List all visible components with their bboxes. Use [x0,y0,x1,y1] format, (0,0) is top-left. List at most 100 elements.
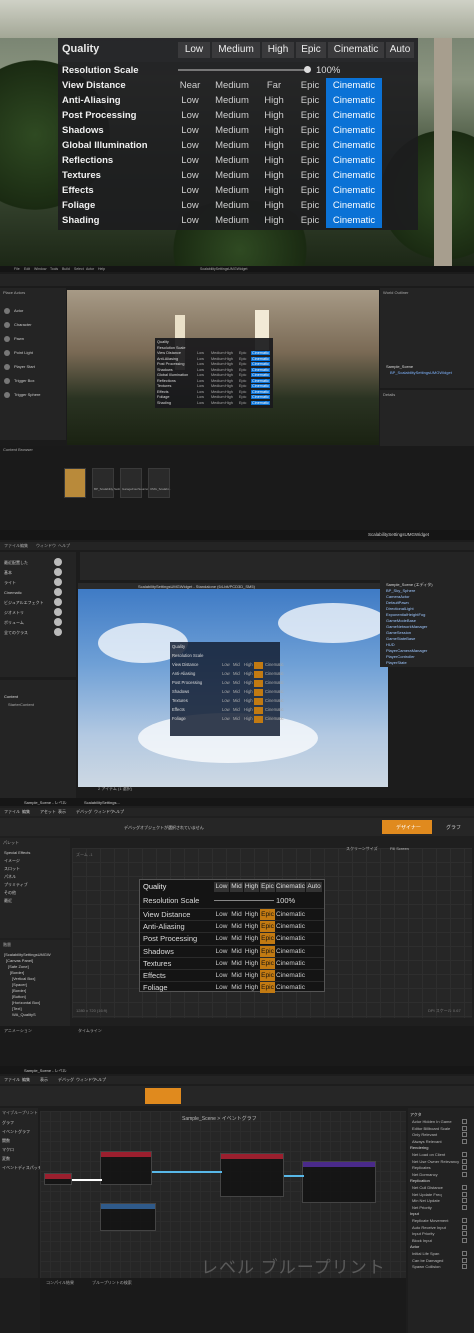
mini-option-selected[interactable] [254,689,263,696]
option-low[interactable]: Low [214,909,229,920]
place-category[interactable]: 基本 [4,570,12,576]
option-epic[interactable]: Epic [296,168,324,183]
mini-option-selected[interactable] [254,707,263,714]
tab-widget[interactable]: ScalabilitySettings... [84,800,120,805]
mini-option[interactable]: Epic [239,368,246,372]
option-low[interactable]: Low [170,153,210,168]
outliner-item[interactable]: DefaultPawn [386,600,409,605]
detail-checkbox[interactable] [462,1125,467,1131]
option-medium[interactable]: Medium [212,138,252,153]
resolution-slider[interactable] [214,900,274,901]
mini-option-selected[interactable] [254,671,263,678]
mini-option-selected[interactable]: Cinematic [251,356,270,361]
details-section[interactable]: Replication [410,1178,430,1184]
outliner-item[interactable]: GameNetworkManager [386,624,427,629]
preset-medium-button[interactable]: Medium [212,42,260,58]
outliner-item[interactable]: CameraActor [386,594,410,599]
mini-option[interactable]: Cinematic [265,698,284,703]
outliner-item[interactable]: ExponentialHeightFog [386,612,425,617]
option-epic[interactable]: Epic [260,921,275,933]
outliner-item[interactable]: BP_ScalabilitySettingsUMGWidget [390,370,452,375]
hierarchy-item[interactable]: [Spacer] [12,982,27,987]
mini-option[interactable]: High [225,362,233,366]
mini-option[interactable]: Epic [239,362,246,366]
option-cinematic[interactable]: Cinematic [276,970,305,981]
mini-option[interactable]: High [244,707,253,712]
place-item[interactable]: Character [14,322,32,327]
option-cinematic[interactable]: Cinematic [326,153,382,168]
mini-option[interactable]: Medium [211,373,225,377]
mini-option[interactable]: Epic [239,395,246,399]
mini-option[interactable]: Medium [211,390,225,394]
mini-option[interactable]: High [225,384,233,388]
hierarchy-item[interactable]: [Text] [12,1006,22,1011]
option-cinematic[interactable]: Cinematic [326,108,382,123]
mini-option-selected[interactable]: Cinematic [251,400,270,405]
place-category[interactable]: 全てのクラス [4,630,28,636]
place-item[interactable]: Trigger Sphere [14,392,41,397]
preset-auto-button[interactable]: Auto [386,42,414,58]
outliner-item[interactable]: PlayerState [386,660,407,665]
content-folder[interactable]: Content [4,694,18,699]
option-near[interactable]: Near [170,78,210,93]
mini-option[interactable]: Low [222,671,230,676]
mini-option[interactable]: High [225,368,233,372]
blueprint-item[interactable]: イベントグラフ [2,1129,30,1135]
mini-option[interactable]: High [225,379,233,383]
menu-item[interactable]: 表示 [40,1077,48,1083]
option-cinematic[interactable]: Cinematic [276,982,305,993]
mini-option-selected[interactable]: Cinematic [251,378,270,383]
option-epic[interactable]: Epic [296,183,324,198]
menu-build[interactable]: Build [62,267,70,271]
hierarchy-item[interactable]: [Border] [12,988,26,993]
option-high[interactable]: High [254,123,294,138]
fill-screen-label[interactable]: Fill Screen [390,846,409,851]
mini-option[interactable]: Low [222,698,230,703]
mini-option[interactable]: Epic [239,373,246,377]
option-cinematic[interactable]: Cinematic [276,946,305,957]
hierarchy-item[interactable]: [Horizontal Box] [12,1000,40,1005]
mini-option[interactable]: Low [197,357,204,361]
hierarchy-item[interactable]: [Button] [12,994,26,999]
details-section[interactable]: Rendering [410,1145,428,1151]
outliner-item[interactable]: GameSession [386,630,411,635]
mini-option[interactable]: High [225,401,233,405]
option-low[interactable]: Low [214,946,229,957]
mini-option[interactable]: Epic [239,390,246,394]
mini-option[interactable]: Low [197,379,204,383]
menu-help[interactable]: Help [98,267,105,271]
menu-item[interactable]: 表示 [58,809,66,815]
option-cinematic[interactable]: Cinematic [326,123,382,138]
mini-option-selected[interactable]: Cinematic [251,362,270,366]
option-low[interactable]: Low [170,93,210,108]
option-cinematic[interactable]: Cinematic [276,921,305,932]
mini-option-selected[interactable]: Cinematic [251,395,270,399]
place-category[interactable]: Cinematic [4,590,22,595]
hierarchy-item[interactable]: [ScalabilitySettingsUMGW [4,952,51,957]
outliner-item[interactable]: GameStateBase [386,636,415,641]
option-epic[interactable]: Epic [296,198,324,213]
menu-file[interactable]: File [14,267,20,271]
preset-mid-button[interactable]: Mid [230,882,243,892]
option-low[interactable]: Low [214,982,229,993]
mini-option[interactable]: High [244,680,253,685]
option-low[interactable]: Low [170,138,210,153]
menu-item[interactable]: ファイル [4,809,20,815]
outliner-item[interactable]: GameModeBase [386,618,416,623]
preset-cinematic-button[interactable]: Cinematic [328,42,384,58]
option-mid[interactable]: Mid [230,921,243,932]
option-cinematic[interactable]: Cinematic [326,198,382,213]
place-category[interactable]: 最近配置した [4,560,28,566]
mini-option[interactable]: Low [197,395,204,399]
mini-option[interactable]: High [225,373,233,377]
mini-option[interactable]: Low [197,368,204,372]
mini-option[interactable]: High [244,698,253,703]
detail-checkbox[interactable] [462,1251,467,1256]
menu-edit[interactable]: 編集 [20,543,28,549]
place-category[interactable]: ジオメトリ [4,610,24,616]
mini-option-selected[interactable] [254,680,263,687]
option-medium[interactable]: Medium [212,198,252,213]
folder-icon[interactable] [64,468,86,498]
detail-checkbox[interactable] [462,1119,467,1124]
place-item[interactable]: Trigger Box [14,378,35,383]
